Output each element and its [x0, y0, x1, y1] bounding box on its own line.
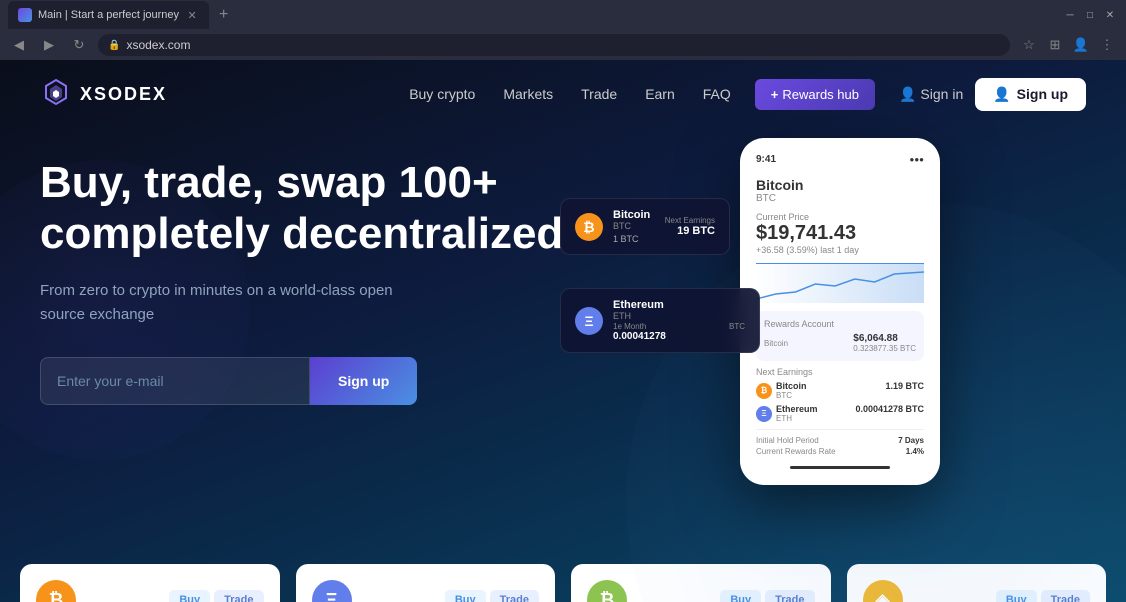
browser-tab[interactable]: Main | Start a perfect journey ✕ — [8, 1, 209, 29]
phone-eth-label: Ethereum — [776, 404, 818, 414]
nav-faq[interactable]: FAQ — [703, 86, 731, 102]
phone-price-label: Current Price — [756, 212, 924, 222]
auth-buttons: 👤 Sign in 👤 Sign up — [899, 78, 1086, 111]
eth-coin-icon: Ξ — [312, 580, 352, 602]
eth-buy-button[interactable]: Buy — [445, 590, 486, 602]
btc-float-values: Next Earnings 19 BTC — [665, 216, 715, 237]
btc-float-icon: ₿ — [575, 213, 603, 241]
nav-earn[interactable]: Earn — [645, 86, 675, 102]
phone-next-earnings: Next Earnings — [756, 367, 924, 377]
phone-time: 9:41 — [756, 154, 776, 165]
phone-rewards-value: $6,064.88 — [853, 333, 916, 344]
phone-coin-ticker: BTC — [756, 193, 924, 204]
eth-trade-button[interactable]: Trade — [490, 590, 539, 602]
btc-next-value: 19 BTC — [665, 225, 715, 237]
close-window-button[interactable]: ✕ — [1102, 7, 1118, 23]
phone-rewards-card: Rewards Account Bitcoin $6,064.88 0.3238… — [756, 311, 924, 361]
hero-signup-button[interactable]: Sign up — [310, 357, 417, 405]
new-tab-button[interactable]: + — [213, 6, 234, 24]
star-icon[interactable]: ☆ — [1018, 34, 1040, 56]
nav-buy-crypto[interactable]: Buy crypto — [409, 86, 475, 102]
phone-hold-value: 7 Days — [898, 436, 924, 445]
eth-period: 1e Month — [613, 322, 646, 331]
navbar: XSODEX Buy crypto Markets Trade Earn FAQ… — [0, 60, 1126, 128]
phone-rewards-btc: 0.323877.35 BTC — [853, 344, 916, 353]
nav-trade[interactable]: Trade — [581, 86, 617, 102]
nav-markets[interactable]: Markets — [503, 86, 553, 102]
signup-person-icon: 👤 — [993, 86, 1010, 103]
tab-bar: Main | Start a perfect journey ✕ + ─ □ ✕ — [0, 0, 1126, 30]
btc-float-ticker: BTC — [613, 221, 655, 231]
forward-button[interactable]: ▶ — [38, 34, 60, 56]
back-button[interactable]: ◀ — [8, 34, 30, 56]
float-card-eth: Ξ Ethereum ETH 1e Month BTC 0.00041278 — [560, 288, 760, 353]
btc-card: ₿ Buy Trade Bitcoin BTC $95,305.62 -5.39… — [20, 564, 280, 602]
hero-title: Buy, trade, swap 100+ completely decentr… — [40, 158, 600, 259]
logo-text: XSODEX — [80, 84, 167, 105]
menu-icon[interactable]: ⋮ — [1096, 34, 1118, 56]
profile-icon[interactable]: 👤 — [1070, 34, 1092, 56]
btc-float-info: Bitcoin BTC 1 BTC — [613, 209, 655, 244]
rewards-hub-button[interactable]: Rewards hub — [755, 79, 875, 110]
phone-mockup: 9:41 ●●● Bitcoin BTC Current Price $19,7… — [740, 138, 940, 485]
phone-coin-name: Bitcoin — [756, 177, 924, 193]
nav-links: Buy crypto Markets Trade Earn FAQ — [409, 86, 731, 102]
browser-chrome: Main | Start a perfect journey ✕ + ─ □ ✕… — [0, 0, 1126, 60]
extensions-icon[interactable]: ⊞ — [1044, 34, 1066, 56]
btc-float-amount: 1 BTC — [613, 234, 655, 244]
phone-btc-label: Bitcoin — [776, 381, 807, 391]
sign-in-button[interactable]: 👤 Sign in — [899, 86, 963, 103]
eth-float-info: Ethereum ETH 1e Month BTC 0.00041278 — [613, 299, 745, 342]
phone-rewards-sub: Bitcoin — [764, 339, 788, 348]
logo[interactable]: XSODEX — [40, 78, 167, 110]
reload-button[interactable]: ↻ — [68, 34, 90, 56]
hero-form: Sign up — [40, 357, 600, 405]
sign-up-button[interactable]: 👤 Sign up — [975, 78, 1086, 111]
person-icon: 👤 — [899, 86, 916, 103]
phone-rate-value: 1.4% — [906, 447, 924, 456]
bch-coin-icon: ₿ — [587, 580, 627, 602]
url-text: xsodex.com — [126, 38, 190, 52]
tab-title: Main | Start a perfect journey — [38, 9, 179, 21]
eth-float-ticker: ETH — [613, 311, 745, 321]
eth-card: Ξ Buy Trade Ethereum ETH $3,357.21 -7.77… — [296, 564, 556, 602]
btc-card-actions: Buy Trade — [169, 590, 263, 602]
logo-icon — [40, 78, 72, 110]
address-bar[interactable]: 🔒 xsodex.com — [98, 34, 1010, 56]
float-card-btc: ₿ Bitcoin BTC 1 BTC Next Earnings 19 BTC — [560, 198, 730, 255]
tab-favicon — [18, 8, 32, 22]
phone-rewards-title: Rewards Account — [764, 319, 916, 329]
phone-eth-ticker: ETH — [776, 414, 818, 423]
phone-rate-label: Current Rewards Rate — [756, 447, 836, 456]
website: XSODEX Buy crypto Markets Trade Earn FAQ… — [0, 60, 1126, 602]
btc-coin-icon: ₿ — [36, 580, 76, 602]
phone-eth-value: 0.00041278 BTC — [855, 404, 924, 414]
phone-change: +36.58 (3.59%) last 1 day — [756, 245, 924, 255]
phone-btc-amount: 1.19 BTC — [885, 381, 924, 391]
eth-card-actions: Buy Trade — [445, 590, 539, 602]
minimize-button[interactable]: ─ — [1062, 7, 1078, 23]
phone-hold-label: Initial Hold Period — [756, 436, 819, 445]
tab-close-icon[interactable]: ✕ — [185, 8, 199, 22]
eth-period-unit: BTC — [729, 322, 745, 331]
btc-float-name: Bitcoin — [613, 209, 655, 221]
eth-float-icon: Ξ — [575, 307, 603, 335]
btc-next-earnings: Next Earnings — [665, 216, 715, 225]
email-input[interactable] — [40, 357, 310, 405]
eth-float-details: 1e Month BTC 0.00041278 — [613, 322, 745, 342]
hero-visual: 9:41 ●●● Bitcoin BTC Current Price $19,7… — [560, 138, 940, 528]
lock-icon: 🔒 — [108, 40, 120, 51]
btc-trade-button[interactable]: Trade — [214, 590, 263, 602]
hero-section: Buy, trade, swap 100+ completely decentr… — [0, 128, 1126, 548]
phone-btc-ticker: BTC — [776, 391, 807, 400]
hero-subtitle: From zero to crypto in minutes on a worl… — [40, 279, 420, 327]
eth-float-value: 0.00041278 — [613, 331, 745, 342]
hero-content: Buy, trade, swap 100+ completely decentr… — [40, 158, 600, 405]
phone-price: $19,741.43 — [756, 222, 924, 245]
btc-buy-button[interactable]: Buy — [169, 590, 210, 602]
maximize-button[interactable]: □ — [1082, 7, 1098, 23]
browser-toolbar: ◀ ▶ ↻ 🔒 xsodex.com ☆ ⊞ 👤 ⋮ — [0, 30, 1126, 60]
eth-float-name: Ethereum — [613, 299, 745, 311]
